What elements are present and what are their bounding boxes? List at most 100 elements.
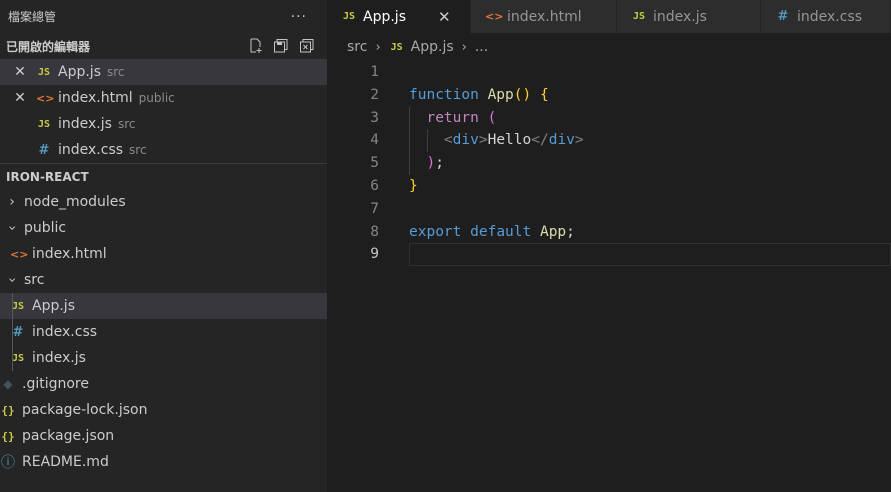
code-token: function [409,86,479,103]
project-title: IRON-REACT [6,169,89,184]
html-file-icon: <> [36,91,55,105]
tab-app-js[interactable]: JS App.js ✕ [327,0,471,33]
current-line-highlight [409,243,891,267]
breadcrumb-symbol[interactable]: ... [475,39,488,55]
code-line: 7 [327,198,891,221]
line-number: 5 [370,155,379,172]
project-folder-header[interactable]: IRON-REACT [0,163,327,189]
html-file-icon: <> [485,10,504,23]
code-line: 3 return ( [327,106,891,130]
open-editor-item[interactable]: ✕ JS App.js src [0,59,327,85]
code-token: App [539,223,567,240]
tree-item-label: index.html [32,246,107,262]
open-editor-item[interactable]: ✕ <> index.html public [0,85,327,111]
html-file-icon: <> [10,247,29,261]
code-token: < [443,132,453,149]
chevron-right-icon: › [9,194,15,210]
breadcrumb-folder[interactable]: src [347,39,367,55]
code-token: > [574,132,584,149]
chevron-down-icon: › [4,277,20,283]
editor-tab-bar: JS App.js ✕ <> index.html JS index.js # … [327,0,891,33]
js-file-icon: JS [37,118,51,130]
json-file-icon: {} [1,403,15,417]
code-token: ( [487,109,497,126]
close-all-icon[interactable] [299,38,315,54]
git-file-icon: ◆ [3,377,13,391]
code-token: div [548,132,575,149]
code-token: ; [435,155,444,172]
tree-item-label: App.js [32,298,75,314]
tree-item-label: public [24,220,67,236]
line-number: 3 [370,109,379,126]
chevron-right-icon: › [461,39,467,55]
save-all-icon[interactable] [273,38,289,54]
new-untitled-file-icon[interactable] [247,38,263,54]
tab-index-js[interactable]: JS index.js [617,0,761,33]
css-file-icon: # [777,9,789,24]
close-icon[interactable]: ✕ [438,8,451,26]
open-editor-item[interactable]: # index.css src [0,137,327,163]
tree-file-index-html[interactable]: <> index.html [0,241,327,267]
line-number: 2 [370,86,379,103]
open-editor-name: index.css [58,142,124,158]
tree-folder-node-modules[interactable]: › node_modules [0,189,327,215]
chevron-right-icon: › [375,39,381,55]
explorer-title: 檔案總管 [8,10,57,24]
open-editor-desc: src [106,65,125,79]
open-editor-desc: public [138,91,175,105]
js-file-icon: JS [37,66,51,78]
open-editor-item[interactable]: JS index.js src [0,111,327,137]
code-line: 5 ); [327,152,891,175]
tab-index-css[interactable]: # index.css [761,0,891,33]
breadcrumb-file[interactable]: App.js [411,39,454,55]
close-icon[interactable]: ✕ [12,90,28,106]
tab-label: App.js [363,8,406,25]
code-token: div [452,132,479,149]
open-editor-name: index.js [58,116,112,132]
tree-file-package-json[interactable]: {} package.json [0,423,327,449]
tree-item-label: index.js [32,350,86,366]
tree-item-label: src [24,272,45,288]
line-number: 8 [370,223,379,240]
code-line: 8 export default App; [327,221,891,244]
tab-index-html[interactable]: <> index.html [471,0,617,33]
close-icon[interactable]: ✕ [12,64,28,80]
line-number: 1 [370,64,379,80]
vscode-window: 檔案總管 ··· 已開啟的編輯器 ✕ JS App.js src ✕ <> in… [0,0,891,492]
open-editor-name: App.js [58,64,101,80]
tree-folder-src[interactable]: › src [0,267,327,293]
tree-file-index-css[interactable]: # index.css [0,319,327,345]
code-editor[interactable]: 1 2 function App() { 3 return ( 4 <div>H… [327,61,891,492]
js-file-icon: JS [632,11,646,22]
tree-file-app-js[interactable]: JS App.js [0,293,327,319]
line-number: 9 [370,246,379,263]
tree-folder-public[interactable]: › public [0,215,327,241]
code-line: 1 [327,61,891,84]
line-number: 6 [370,177,379,194]
code-token: App [487,86,514,103]
tree-file-package-lock[interactable]: {} package-lock.json [0,397,327,423]
tree-item-label: package.json [22,428,115,444]
open-editor-name: index.html [58,90,133,106]
tree-file-gitignore[interactable]: ◆ .gitignore [0,371,327,397]
tree-item-label: package-lock.json [22,402,148,418]
json-file-icon: {} [1,429,15,443]
tree-file-readme[interactable]: ⓘ README.md [0,449,327,475]
explorer-header: 檔案總管 ··· [0,0,327,33]
open-editors-header[interactable]: 已開啟的編輯器 [0,33,327,59]
js-file-icon: JS [342,11,356,22]
code-token: () [513,86,532,103]
breadcrumb: src › JS App.js › ... [327,33,891,61]
code-token: </ [531,132,549,149]
chevron-down-icon: › [4,225,20,231]
code-line: 2 function App() { [327,84,891,107]
js-file-icon: JS [390,41,403,53]
code-line: 4 <div>Hello</div> [327,129,891,153]
more-actions-icon[interactable]: ··· [291,9,307,25]
code-line: 6 } [327,175,891,198]
open-editors-title: 已開啟的編輯器 [6,39,91,54]
code-token: default [470,223,532,240]
open-editor-desc: src [129,143,147,157]
explorer-sidebar: 檔案總管 ··· 已開啟的編輯器 ✕ JS App.js src ✕ <> in… [0,0,327,492]
tree-file-index-js[interactable]: JS index.js [0,345,327,371]
